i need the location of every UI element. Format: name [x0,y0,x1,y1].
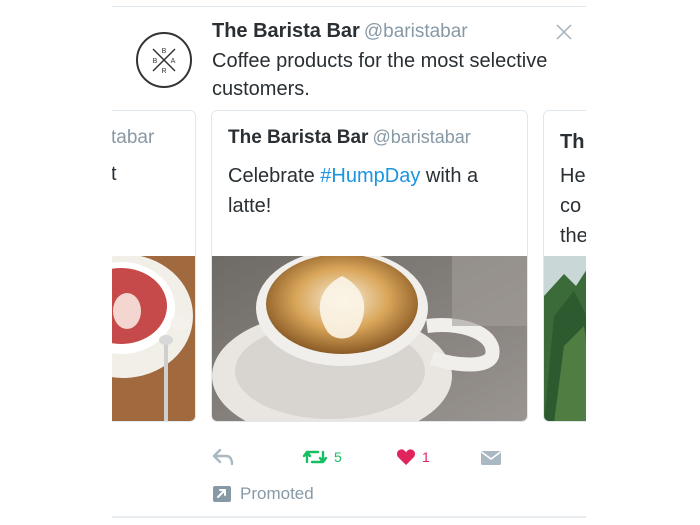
account-name[interactable]: The Barista Bar [212,20,360,42]
message-icon [481,451,501,465]
close-icon[interactable] [554,22,574,42]
message-button[interactable] [480,450,502,466]
avatar-letter-top: B [162,48,167,55]
barista-logo: B B A R [152,48,176,75]
reply-icon [212,448,234,466]
account-bio: Coffee products for the most selective c… [212,50,548,100]
avatar-letter-left: B [153,58,158,65]
avatar[interactable]: B B A R [136,32,192,88]
card-text-fragment: Th He co the [560,127,588,251]
card-line-1: He [560,165,586,187]
card-text-before: Celebrate [228,165,321,187]
avatar-letter-bottom: R [161,68,166,75]
card-line-3: the [560,225,588,247]
promoted-label: Promoted [240,484,314,503]
card-account-name[interactable]: The Barista Bar [228,127,368,148]
card-line-2: co [560,195,582,217]
like-button[interactable]: 1 [396,448,430,466]
retweet-count: 5 [334,449,342,465]
promoted-icon [213,486,231,502]
tweet-actions: 5 1 [210,446,510,472]
card-handle-fragment: tabar [111,127,155,148]
card-text: Celebrate #HumpDay with a latte! [228,161,518,221]
account-header: The Barista Bar @baristabar Coffee produc… [212,20,552,103]
hashtag-link[interactable]: #HumpDay [320,165,420,187]
card-name-fragment: Th [560,131,585,153]
heart-icon [396,449,416,465]
account-handle[interactable]: @baristabar [364,21,468,42]
bottom-divider [112,516,586,518]
avatar-letter-right: A [171,58,176,65]
like-count: 1 [422,449,430,465]
reply-button[interactable] [212,448,234,466]
top-divider [112,6,586,7]
card-header: The Barista Bar @baristabar [228,127,471,149]
latte-art-image [212,256,527,421]
card-photo[interactable] [212,256,527,421]
carousel-card-current[interactable]: The Barista Bar @baristabar Celebrate #Hu… [211,110,528,422]
promoted-indicator[interactable]: Promoted [212,484,314,504]
card-account-handle[interactable]: @baristabar [372,127,470,147]
left-mask [0,0,112,525]
right-mask [586,0,700,525]
retweet-button[interactable]: 5 [302,448,342,466]
retweet-icon [302,450,328,464]
